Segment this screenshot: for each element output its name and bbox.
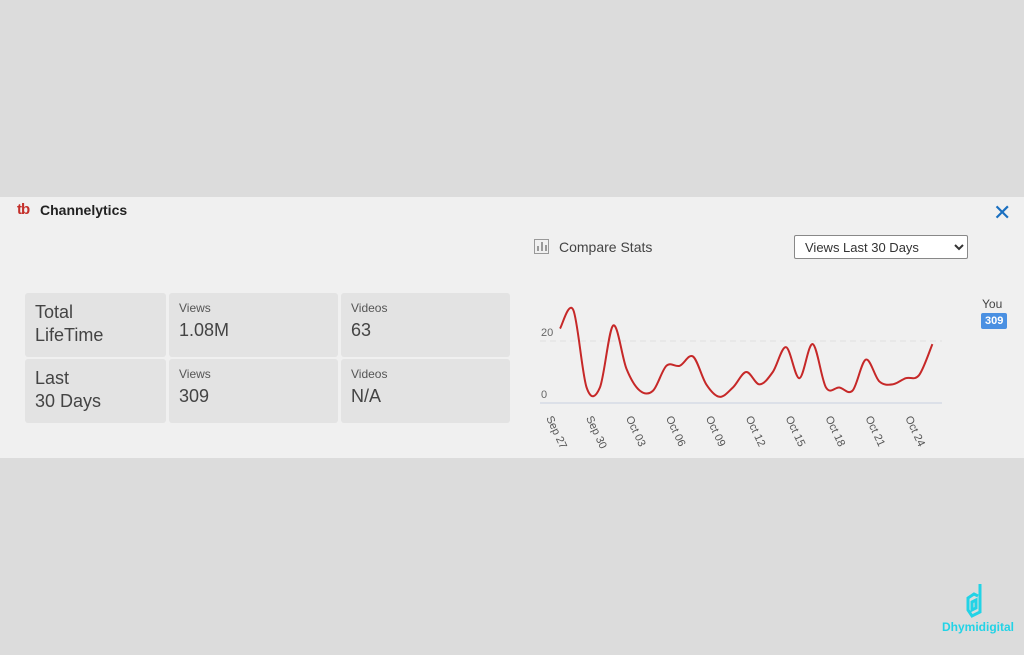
x-tick-label: Oct 03 [623,414,648,448]
x-tick-label: Sep 30 [583,414,609,451]
x-tick-label: Oct 18 [823,414,848,448]
x-tick-label: Oct 15 [783,414,808,448]
x-tick-label: Sep 27 [543,414,569,451]
x-tick-label: Oct 06 [663,414,688,448]
x-tick-label: Oct 12 [743,414,768,448]
y-tick-label: 20 [541,327,553,339]
x-tick-label: Oct 24 [902,414,927,448]
branding-text: Dhymidigital [942,620,1015,634]
dhymidigital-logo-icon [966,582,992,618]
x-tick-label: Oct 09 [703,414,728,448]
views-line-chart: 0 20 Sep 27 Sep 30 Oct 03 Oct 06 Oct 09 Oct 12 O… [540,306,942,451]
y-tick-label: 0 [541,389,547,401]
x-tick-label: Oct 21 [862,414,887,448]
series-line-you [559,306,934,398]
